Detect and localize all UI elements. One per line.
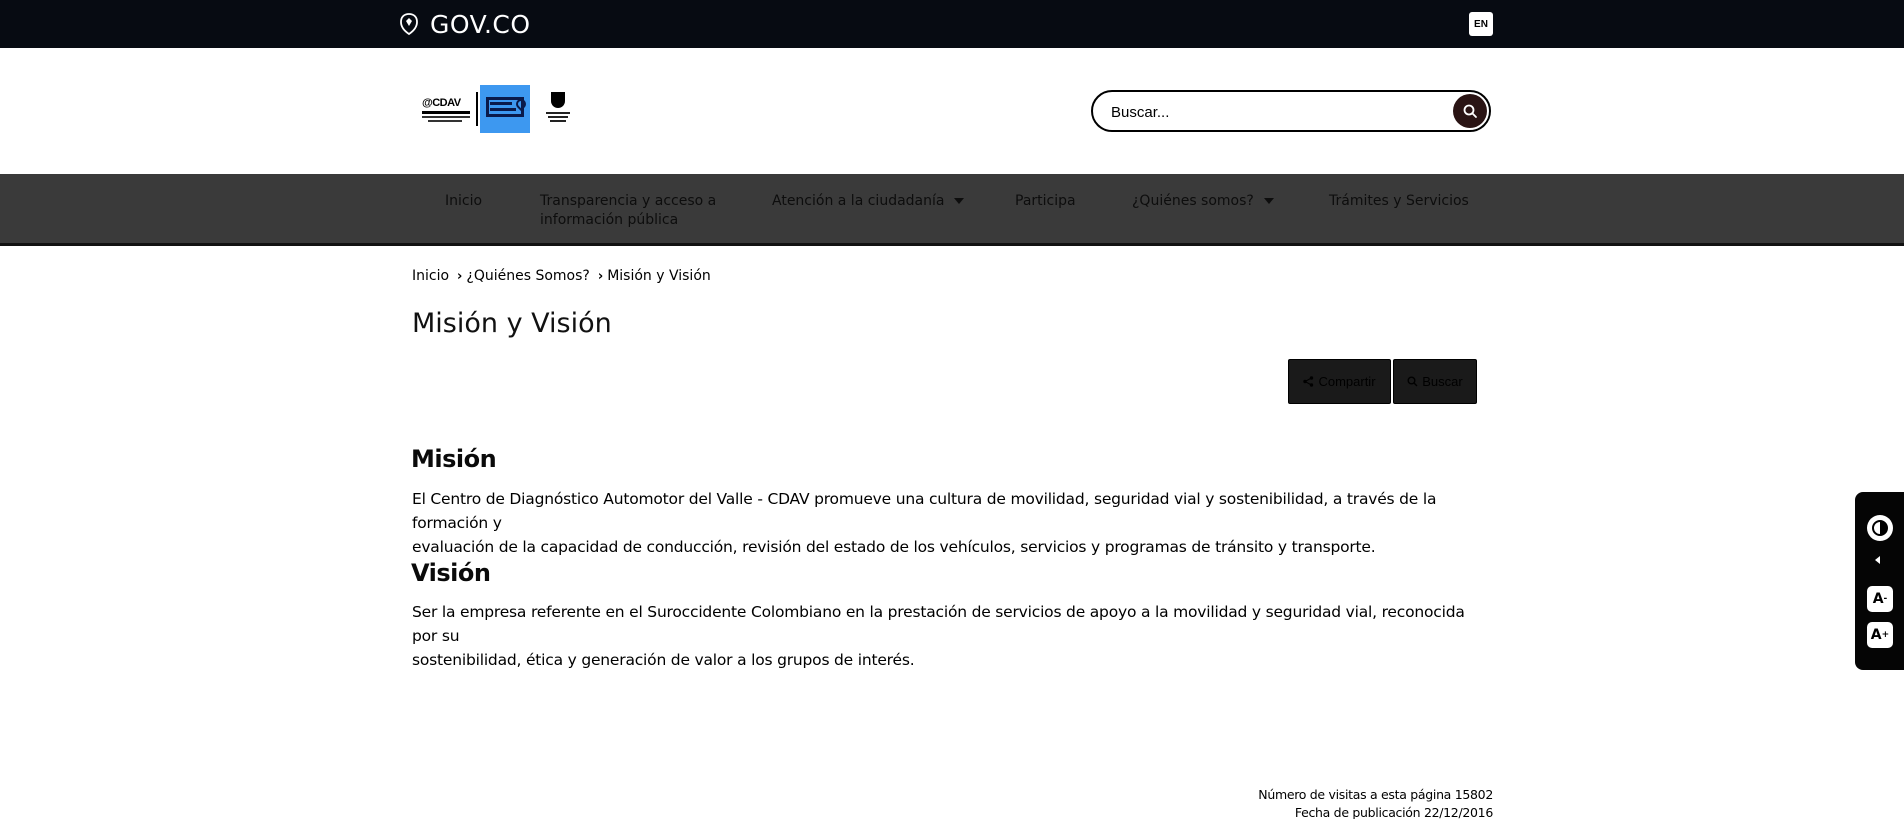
minus-icon: - [1883,594,1888,604]
gov-co-logo[interactable]: GOV.CO [398,9,531,39]
nav-item-label: ¿Quiénes somos? [1132,193,1254,209]
main-navigation: Inicio Transparencia y acceso a informac… [0,174,1904,246]
page-search-button[interactable]: Buscar [1393,359,1477,404]
colombia-shield-icon [400,13,418,36]
nav-item-inicio[interactable]: Inicio [445,192,482,211]
visit-counter: Número de visitas a esta página 15802 [1258,787,1493,802]
mision-line-2: evaluación de la capacidad de conducción… [412,538,1376,556]
share-icon [1303,376,1314,387]
chevron-left-icon[interactable] [1875,556,1880,564]
breadcrumb-quienes-somos[interactable]: ¿Quiénes Somos? [466,268,589,284]
nav-item-tramites[interactable]: Trámites y Servicios [1329,192,1469,211]
language-toggle-button[interactable]: EN [1469,12,1493,36]
caret-down-icon [1263,198,1274,204]
mision-text: El Centro de Diagnóstico Automotor del V… [412,487,1492,559]
breadcrumb-current: Misión y Visión [607,268,711,284]
mision-line-1: El Centro de Diagnóstico Automotor del V… [412,490,1437,532]
share-label: Compartir [1318,374,1376,389]
search-icon [1407,376,1418,387]
publication-date: Fecha de publicación 22/12/2016 [1294,805,1493,819]
nav-item-label: Inicio [445,193,483,209]
decrease-font-label: A [1872,591,1884,607]
gov-co-brand: GOV.CO [430,9,531,39]
contrast-icon [1872,520,1888,536]
cdav-blue-logo [480,85,530,133]
site-header: @CDAV [0,48,1904,174]
breadcrumb: Inicio › ¿Quiénes Somos? › Misión y Visi… [412,268,711,284]
nav-item-label: Trámites y Servicios [1329,193,1469,209]
logo-group[interactable]: @CDAV [420,84,572,134]
share-button[interactable]: Compartir [1288,359,1391,404]
plus-icon: + [1881,630,1890,640]
page-title: Misión y Visión [412,308,612,339]
nav-item-quienes-somos[interactable]: ¿Quiénes somos? [1132,192,1274,211]
search-input[interactable] [1111,101,1431,123]
search-label: Buscar [1422,374,1463,389]
nav-item-transparencia[interactable]: Transparencia y acceso a información púb… [540,192,716,230]
decrease-font-button[interactable]: A- [1867,586,1893,612]
gov-top-bar: GOV.CO EN [0,0,1904,48]
chevron-right-icon: › [457,268,463,284]
search-box [1091,90,1491,132]
nav-item-label-line2: información pública [540,212,679,228]
nav-item-atencion[interactable]: Atención a la ciudadanía [772,192,965,211]
vision-line-2: sostenibilidad, ética y generación de va… [412,651,915,669]
chevron-right-icon: › [597,268,604,284]
nav-item-label: Participa [1015,193,1076,209]
logo-divider [476,92,478,126]
breadcrumb-inicio[interactable]: Inicio [412,268,449,284]
contrast-button[interactable] [1867,515,1893,541]
caret-down-icon [954,198,965,204]
vision-heading: Visión [411,559,491,587]
nav-item-participa[interactable]: Participa [1015,192,1076,211]
search-button[interactable] [1453,94,1487,128]
nav-item-label: Transparencia y acceso a [540,193,717,209]
increase-font-label: A [1870,627,1882,643]
accessibility-panel: A- A + [1855,492,1904,670]
vision-text: Ser la empresa referente en el Suroccide… [412,600,1492,672]
cdav-logo: @CDAV [420,91,472,127]
gobernacion-logo [544,92,572,126]
increase-font-button[interactable]: A + [1867,622,1893,648]
nav-item-label: Atención a la ciudadanía [772,193,945,209]
search-icon [1463,104,1477,118]
vision-line-1: Ser la empresa referente en el Suroccide… [412,603,1465,645]
mision-heading: Misión [411,445,497,473]
